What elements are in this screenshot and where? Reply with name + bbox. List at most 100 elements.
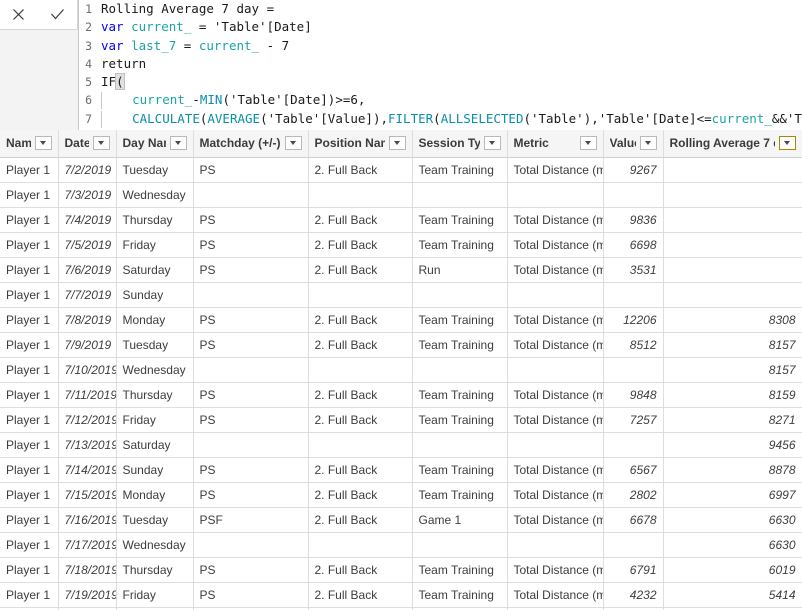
cell-value: 3531 [603, 257, 664, 283]
table-row[interactable]: Player 1 7/6/2019 Saturday PS 2. Full Back Ru… [0, 257, 802, 283]
cell-session-type: Team Training [412, 157, 508, 183]
cell-matchday [193, 532, 309, 558]
cell-session-type: Team Training [412, 482, 508, 508]
table-row[interactable]: Player 1 7/19/2019 Friday PS 2. Full Back Tea… [0, 582, 802, 608]
cell-metric: Total Distance (m) [507, 307, 604, 333]
cell-rolling-average: 8308 [663, 307, 802, 333]
table-row[interactable]: Player 1 7/10/2019 Wednesday 8157 [0, 357, 802, 383]
cell-session-type: Team Training [412, 232, 508, 258]
cell-metric [507, 532, 604, 558]
cell-session-type: Run [412, 257, 508, 283]
data-preview-grid[interactable]: Name Date Day Name [0, 130, 802, 610]
cell-matchday: PS [193, 307, 309, 333]
cell-matchday: PS [193, 482, 309, 508]
cell-date: 7/12/2019 [58, 407, 117, 433]
column-header-date[interactable]: Date [58, 130, 117, 158]
filter-dropdown-icon[interactable] [284, 136, 302, 151]
cell-date: 7/6/2019 [58, 257, 117, 283]
line-number: 5 [85, 75, 92, 90]
cell-name: Player 1 [0, 157, 59, 183]
cancel-icon[interactable] [11, 7, 26, 22]
filter-dropdown-icon[interactable] [34, 136, 52, 151]
table-row[interactable]: Player 1 7/3/2019 Wednesday [0, 182, 802, 208]
column-header-day-name[interactable]: Day Name [116, 130, 194, 158]
table-row[interactable]: Player 1 7/4/2019 Thursday PS 2. Full Back Te… [0, 207, 802, 233]
cell-date: 7/4/2019 [58, 207, 117, 233]
line-number: 1 [85, 2, 92, 16]
code-text: current_-MIN('Table'[Date])>=6, [101, 91, 365, 110]
cell-position-name: 2. Full Back [308, 407, 413, 433]
table-row[interactable]: Player 1 7/11/2019 Thursday PS 2. Full Back T… [0, 382, 802, 408]
table-row[interactable]: Player 1 7/12/2019 Friday PS 2. Full Back Tea… [0, 407, 802, 433]
cell-value: 8512 [603, 332, 664, 358]
cell-matchday [193, 182, 309, 208]
code-text: var current_ = 'Table'[Date] [101, 19, 312, 35]
table-row[interactable]: Player 1 7/13/2019 Saturday 9456 [0, 432, 802, 458]
cell-name: Player 1 [0, 382, 59, 408]
code-line: 2 var current_ = 'Table'[Date] [79, 18, 802, 36]
cell-position-name: 2. Full Back [308, 482, 413, 508]
filter-dropdown-icon[interactable] [92, 136, 110, 151]
cell-matchday: PS [193, 382, 309, 408]
cell-name: Player 1 [0, 332, 59, 358]
column-header-session-type[interactable]: Session Type [412, 130, 508, 158]
table-row[interactable]: Player 1 7/18/2019 Thursday PS 2. Full Back T… [0, 557, 802, 583]
table-row[interactable]: Player 1 7/15/2019 Monday PS 2. Full Back Tea… [0, 482, 802, 508]
column-header-position-name[interactable]: Position Name [308, 130, 413, 158]
cell-day-name: Friday [116, 232, 194, 258]
cell-value [603, 357, 664, 383]
filter-dropdown-icon[interactable] [483, 136, 501, 151]
cell-day-name: Thursday [116, 207, 194, 233]
data-table: Name Date Day Name [0, 130, 802, 610]
filter-dropdown-icon[interactable] [388, 136, 406, 151]
cell-name: Player 1 [0, 207, 59, 233]
dax-formula-editor[interactable]: 1 Rolling Average 7 day = 2 var current_… [78, 0, 802, 130]
line-number: 2 [85, 20, 92, 35]
line-number: 7 [85, 111, 92, 126]
cell-session-type: Team Training [412, 382, 508, 408]
cell-date: 7/18/2019 [58, 557, 117, 583]
line-number: 3 [85, 38, 92, 53]
filter-dropdown-icon[interactable] [778, 136, 796, 151]
column-header-metric[interactable]: Metric [507, 130, 604, 158]
table-row[interactable]: Player 1 7/9/2019 Tuesday PS 2. Full Back Tea… [0, 332, 802, 358]
column-header-matchday[interactable]: Matchday (+/-) [193, 130, 309, 158]
table-row[interactable]: Player 1 7/17/2019 Wednesday 6630 [0, 532, 802, 558]
cell-session-type: Team Training [412, 557, 508, 583]
cell-day-name: Friday [116, 582, 194, 608]
table-row[interactable]: Player 1 7/5/2019 Friday PS 2. Full Back Team… [0, 232, 802, 258]
table-row[interactable]: Player 1 7/7/2019 Sunday [0, 282, 802, 308]
cell-session-type [412, 182, 508, 208]
filter-dropdown-icon[interactable] [579, 136, 597, 151]
filter-dropdown-icon[interactable] [639, 136, 657, 151]
table-row[interactable]: Player 1 7/14/2019 Sunday PS 2. Full Back Tea… [0, 457, 802, 483]
cell-value: 2802 [603, 482, 664, 508]
table-row[interactable]: Player 1 7/8/2019 Monday PS 2. Full Back Team… [0, 307, 802, 333]
cell-position-name: 2. Full Back [308, 582, 413, 608]
cell-matchday: PS [193, 457, 309, 483]
cell-value [603, 282, 664, 308]
filter-dropdown-icon[interactable] [169, 136, 187, 151]
cell-date: 7/15/2019 [58, 482, 117, 508]
cell-matchday: PSF [193, 507, 309, 533]
code-line: 3 var last_7 = current_ - 7 [79, 37, 802, 55]
cell-matchday: PS [193, 257, 309, 283]
cell-rolling-average: 6019 [663, 557, 802, 583]
column-header-rolling-average[interactable]: Rolling Average 7 day [663, 130, 802, 158]
code-text: Rolling Average 7 day = [101, 1, 275, 16]
cell-metric: Total Distance (m) [507, 207, 604, 233]
code-text: CALCULATE(AVERAGE('Table'[Value]),FILTER… [101, 110, 802, 128]
cell-session-type: Team Training [412, 332, 508, 358]
cell-metric [507, 432, 604, 458]
check-icon[interactable] [49, 7, 66, 22]
cell-name: Player 1 [0, 257, 59, 283]
table-row[interactable]: Player 1 7/16/2019 Tuesday PSF 2. Full Back G… [0, 507, 802, 533]
column-header-name[interactable]: Name [0, 130, 59, 158]
cell-position-name: 2. Full Back [308, 382, 413, 408]
cell-value: 9848 [603, 382, 664, 408]
table-row[interactable]: Player 1 7/2/2019 Tuesday PS 2. Full Back Tea… [0, 157, 802, 183]
column-header-value[interactable]: Value [603, 130, 664, 158]
cell-matchday: PS [193, 582, 309, 608]
cell-metric: Total Distance (m) [507, 382, 604, 408]
column-header-label: Metric [513, 136, 549, 151]
